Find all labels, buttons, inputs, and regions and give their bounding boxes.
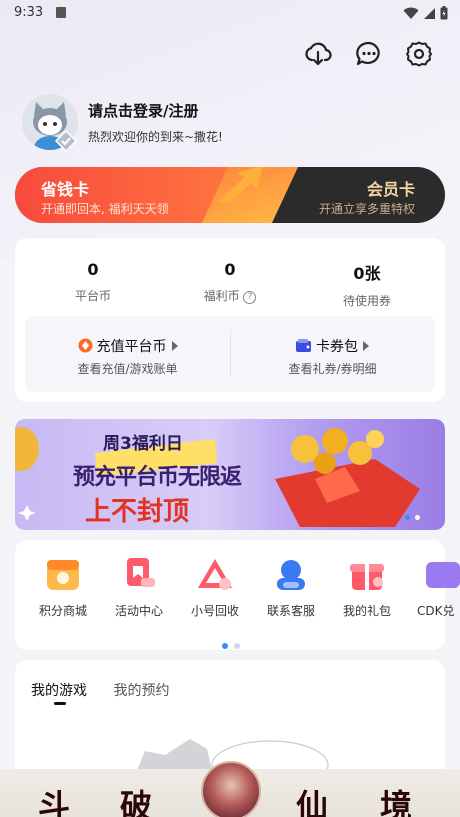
tab-my-games[interactable]: 我的游戏 bbox=[31, 683, 87, 699]
ad-char-3: 仙 bbox=[296, 787, 329, 817]
coupon-pack-button[interactable]: 卡券包 查看礼券/券明细 bbox=[230, 336, 435, 377]
points-mall-icon bbox=[47, 560, 79, 590]
customer-service-icon bbox=[277, 560, 305, 590]
wifi-icon bbox=[403, 7, 419, 19]
download-cloud-icon[interactable] bbox=[304, 40, 332, 68]
promo-day-label: 周3福利日 bbox=[103, 434, 183, 454]
verified-badge-icon bbox=[55, 130, 77, 152]
status-time: 9:33 bbox=[14, 5, 44, 20]
welcome-text: 热烈欢迎你的到来~撒花! bbox=[88, 130, 223, 144]
recharge-title: 充值平台币 bbox=[96, 339, 167, 355]
cdk-icon bbox=[426, 562, 460, 588]
battery-icon bbox=[440, 6, 448, 20]
promo-tagline: 上不封顶 bbox=[85, 497, 190, 527]
my-gift-label: 我的礼包 bbox=[342, 604, 391, 618]
points-mall-entry[interactable]: 积分商城 bbox=[28, 556, 98, 619]
membership-banner[interactable]: 省钱卡 开通即回本, 福利天天领 会员卡 开通立享多重特权 bbox=[15, 167, 445, 223]
pager-dot-active bbox=[222, 643, 228, 649]
savings-card-subtitle: 开通即回本, 福利天天领 bbox=[41, 202, 169, 216]
vip-card-title[interactable]: 会员卡 bbox=[367, 176, 415, 200]
carousel-dot[interactable] bbox=[415, 515, 420, 520]
ad-char-4: 境 bbox=[380, 787, 413, 817]
customer-service-label: 联系客服 bbox=[266, 604, 315, 618]
active-tab-indicator bbox=[54, 702, 66, 705]
cellular-signal-icon bbox=[424, 7, 435, 19]
login-register-link[interactable]: 请点击登录/注册 bbox=[88, 100, 198, 121]
account-recycle-label: 小号回收 bbox=[190, 604, 239, 618]
chevron-right-icon bbox=[363, 341, 369, 351]
welfare-coin-value: 0 bbox=[224, 260, 236, 279]
promo-headline: 预充平台币无限返 bbox=[73, 465, 242, 490]
wallet-card: 0 平台币 0 福利币 ? 0张 待使用券 充值平台币 查看充值/游戏账单 卡券… bbox=[15, 238, 445, 402]
ad-character-portrait bbox=[201, 761, 261, 817]
points-mall-label: 积分商城 bbox=[38, 604, 87, 618]
coupon-pack-title: 卡券包 bbox=[316, 339, 358, 355]
chevron-right-icon bbox=[171, 341, 178, 351]
ad-char-1: 斗 bbox=[38, 787, 71, 817]
account-recycle-entry[interactable]: 小号回收 bbox=[180, 556, 250, 619]
status-bar: 9:33 bbox=[0, 0, 460, 26]
bottom-game-ad[interactable]: 斗 破 仙 境 bbox=[0, 761, 460, 817]
wallet-actions: 充值平台币 查看充值/游戏账单 卡券包 查看礼券/券明细 bbox=[25, 316, 435, 392]
quick-menu-pager bbox=[222, 634, 241, 653]
my-gift-entry[interactable]: 我的礼包 bbox=[332, 556, 402, 619]
welfare-coin-label: 福利币 bbox=[203, 289, 240, 303]
recycle-triangle-icon bbox=[198, 559, 232, 590]
coupon-pack-subtitle: 查看礼券/券明细 bbox=[288, 362, 377, 376]
ad-char-2: 破 bbox=[120, 787, 153, 817]
welfare-coin-stat[interactable]: 0 福利币 ? bbox=[160, 260, 300, 304]
vip-card-subtitle: 开通立享多重特权 bbox=[318, 202, 415, 216]
up-arrow-icon bbox=[219, 167, 263, 203]
settings-gear-icon[interactable] bbox=[405, 40, 433, 68]
activity-center-entry[interactable]: 活动中心 bbox=[104, 556, 174, 619]
gift-box-icon bbox=[350, 564, 384, 590]
tab-my-reservations[interactable]: 我的预约 bbox=[113, 683, 169, 699]
coupon-stat[interactable]: 0张 待使用券 bbox=[297, 260, 437, 309]
game-tabs: 我的游戏 我的预约 bbox=[31, 680, 169, 700]
coin-icon bbox=[78, 338, 92, 353]
recharge-platform-coin-button[interactable]: 充值平台币 查看充值/游戏账单 bbox=[25, 336, 230, 377]
carousel-dot-active[interactable] bbox=[405, 515, 410, 520]
cdk-entry[interactable]: CDK兑 bbox=[408, 556, 460, 619]
activity-flag-icon bbox=[127, 558, 155, 587]
promo-carousel[interactable]: 周3福利日 预充平台币无限返 上不封顶 bbox=[15, 419, 445, 530]
customer-service-entry[interactable]: 联系客服 bbox=[256, 556, 326, 619]
cdk-label: CDK兑 bbox=[417, 604, 455, 618]
recharge-subtitle: 查看充值/游戏账单 bbox=[77, 362, 178, 376]
pager-dot bbox=[234, 643, 241, 649]
help-icon[interactable]: ? bbox=[243, 291, 257, 304]
chat-bubble-icon[interactable] bbox=[355, 40, 383, 68]
activity-center-label: 活动中心 bbox=[114, 604, 163, 618]
platform-coin-value: 0 bbox=[87, 260, 99, 279]
notification-icon bbox=[56, 7, 66, 18]
platform-coin-label: 平台币 bbox=[74, 289, 111, 303]
coupon-count-value: 0张 bbox=[353, 264, 381, 283]
savings-card-title: 省钱卡 bbox=[41, 180, 90, 199]
coupon-label: 待使用券 bbox=[342, 294, 391, 308]
platform-coin-stat[interactable]: 0 平台币 bbox=[23, 260, 163, 304]
wallet-icon bbox=[296, 339, 311, 352]
